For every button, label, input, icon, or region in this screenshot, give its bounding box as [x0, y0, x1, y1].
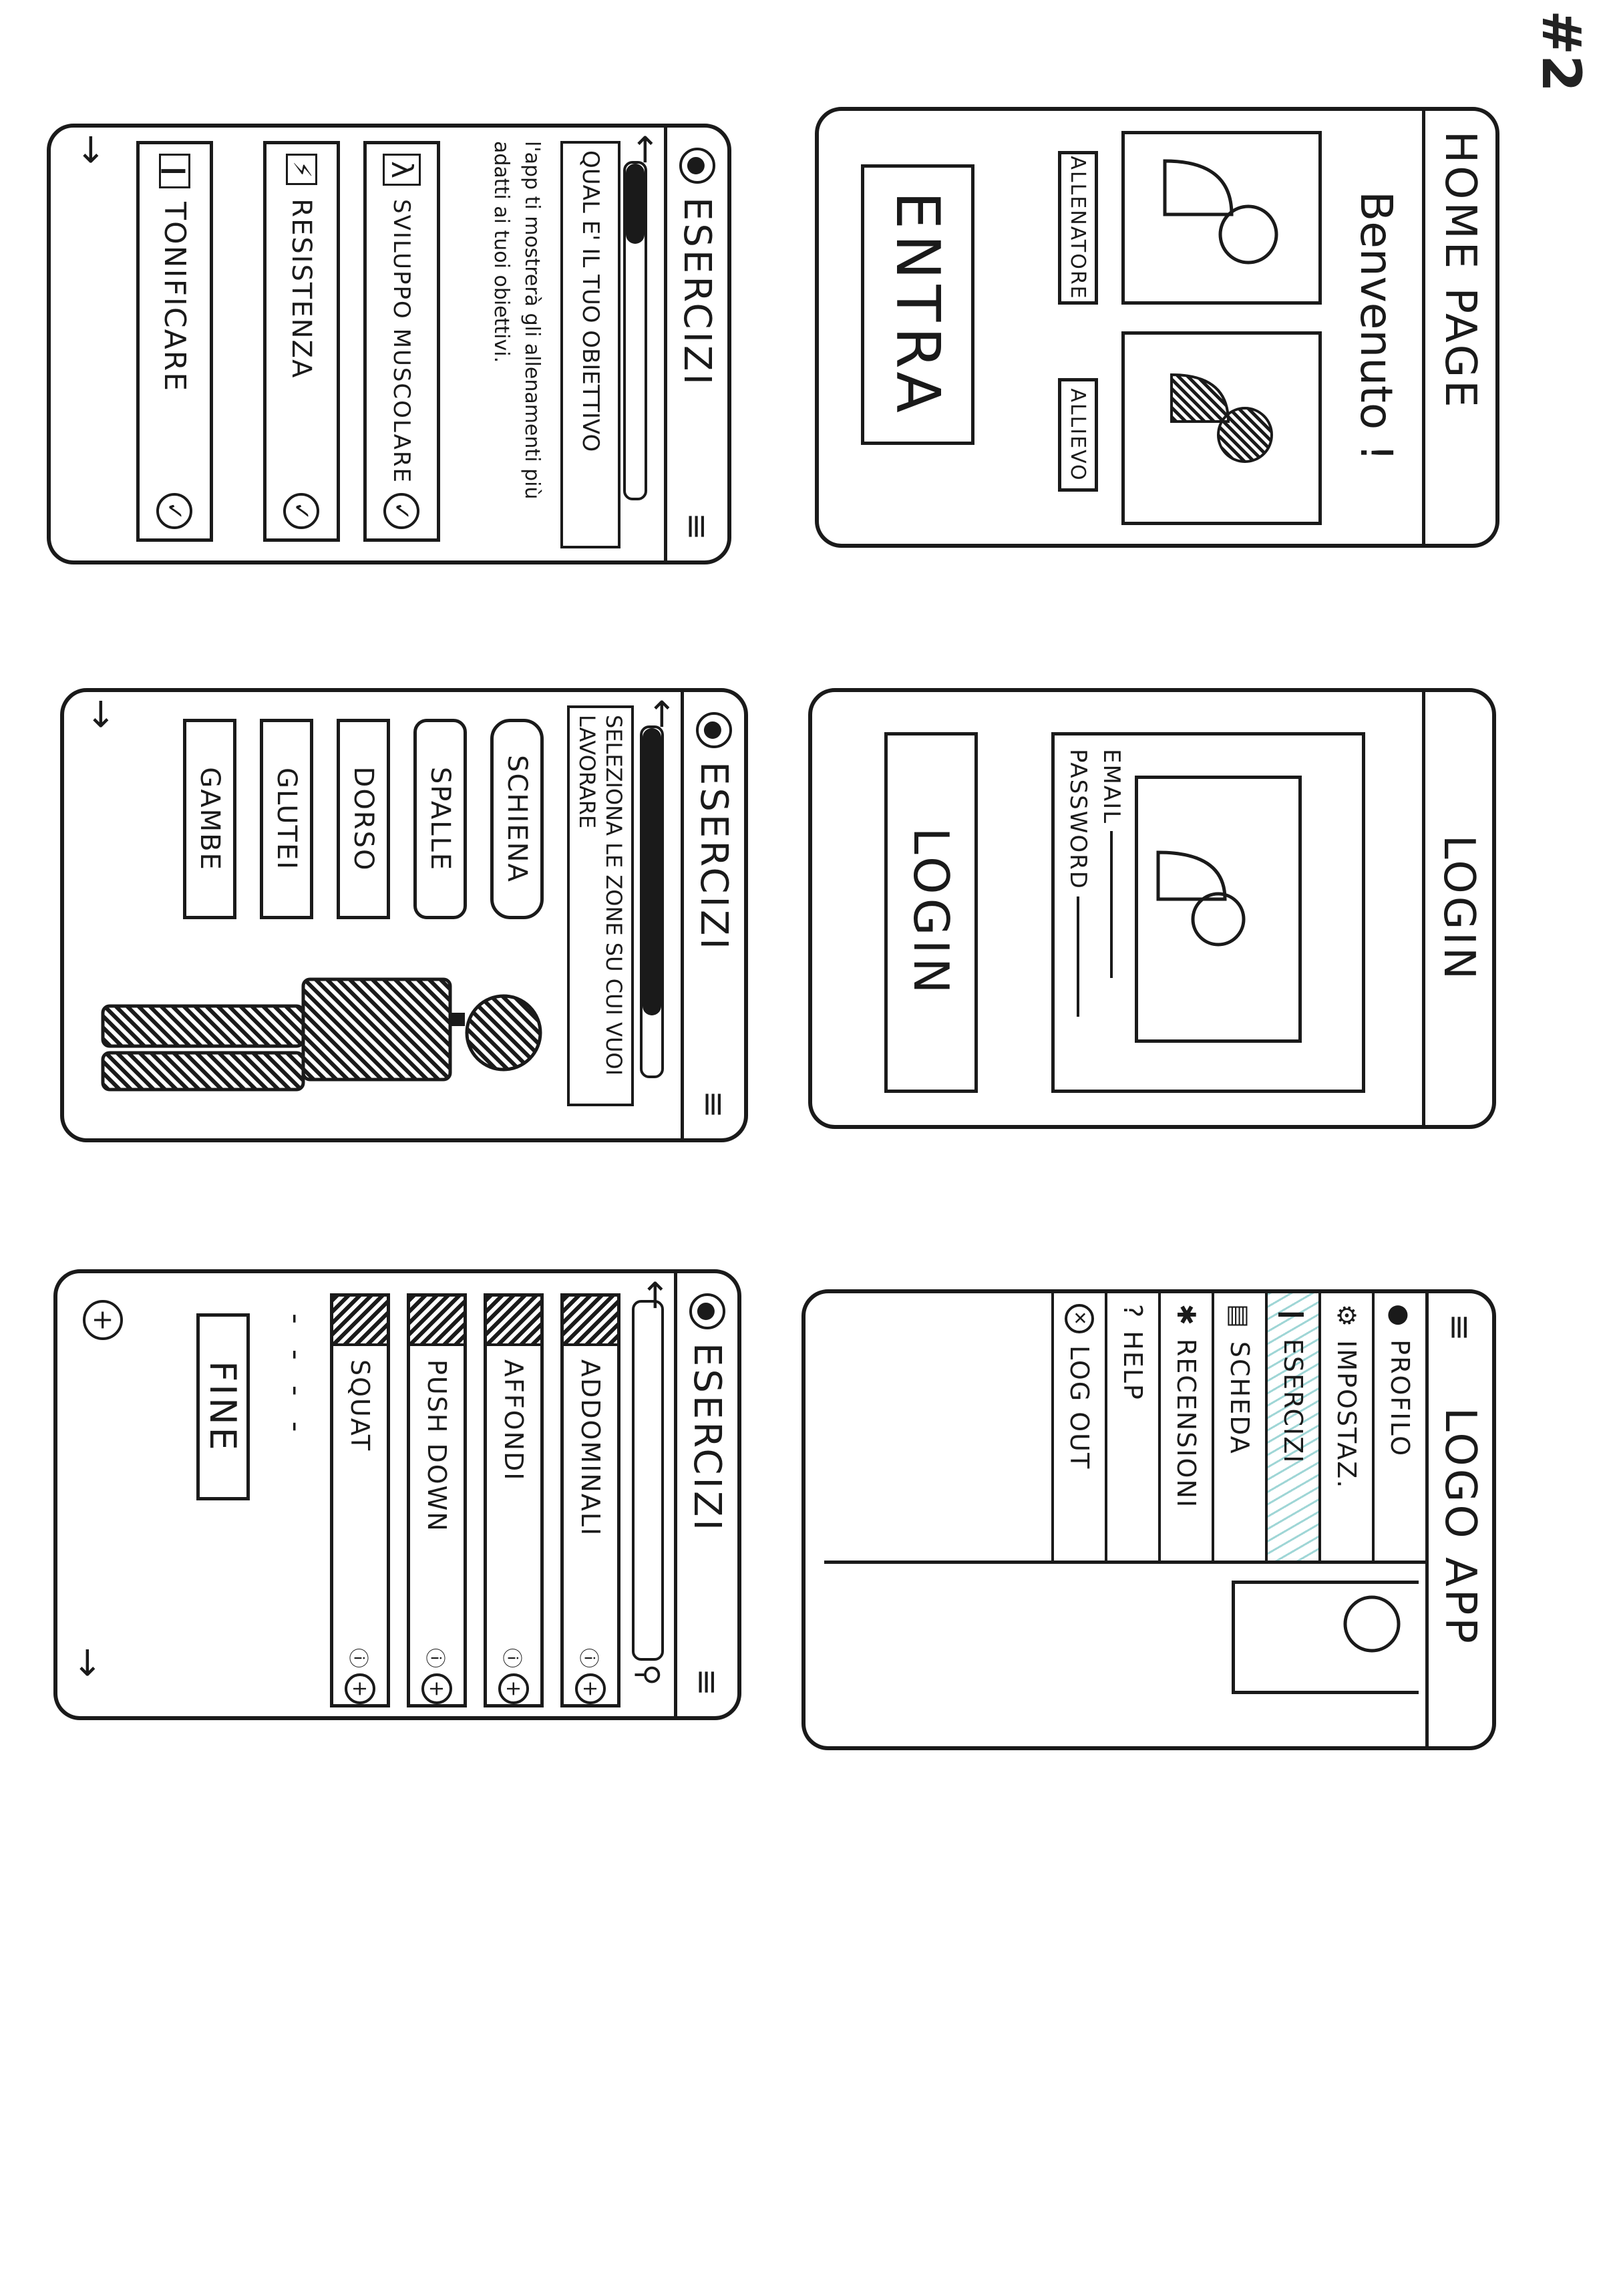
- check-icon: ✓: [283, 493, 320, 529]
- exercise-thumbnail: [333, 1297, 387, 1346]
- menu-title: LOGO APP: [1435, 1407, 1485, 1646]
- password-field[interactable]: PASSWORD: [1065, 749, 1091, 1017]
- exercise-thumbnail: [410, 1297, 464, 1346]
- welcome-text: Benvenuto !: [1351, 191, 1402, 462]
- zone-glutei[interactable]: GLUTEI: [260, 719, 313, 919]
- zone-schiena[interactable]: SCHIENA: [490, 719, 544, 919]
- option-sviluppo[interactable]: λ SVILUPPO MUSCOLARE ✓: [363, 141, 440, 542]
- coach-avatar-icon: [1163, 159, 1278, 265]
- login-button[interactable]: LOGIN: [884, 732, 978, 1093]
- arrow-down-icon[interactable]: →: [67, 1647, 110, 1677]
- info-icon: ●: [689, 1293, 725, 1329]
- info-icon[interactable]: ⓘ: [499, 1643, 528, 1673]
- option-tonificare[interactable]: ❙ TONIFICARE ✓: [136, 141, 213, 542]
- menu-item-profilo[interactable]: ● PROFILO: [1372, 1293, 1425, 1561]
- dumbbell-icon: ❙: [1278, 1304, 1308, 1327]
- muscle-icon: λ: [383, 154, 421, 186]
- user-icon: ●: [1385, 1304, 1415, 1328]
- student-avatar-icon: [1170, 373, 1273, 463]
- menu-screen: ≡ LOGO APP ● PROFILO ⚙ IMPOSTAZ. ❙ ESERCIZI…: [801, 1289, 1496, 1750]
- hamburger-icon[interactable]: ≡: [688, 1668, 727, 1696]
- arrow-left-icon[interactable]: ←: [642, 699, 684, 729]
- scrollbar[interactable]: [640, 725, 664, 1078]
- exercise-row-addominali[interactable]: ADDOMINALI ⓘ +: [560, 1293, 620, 1707]
- zones-title: ESERCIZI: [692, 762, 736, 952]
- check-icon: ✓: [383, 493, 420, 529]
- menu-item-recensioni[interactable]: ✱ RECENSIONI: [1158, 1293, 1212, 1561]
- exercises-screen: ● ESERCIZI ≡ ⚲ ADDOMINALI ⓘ + AFFONDI ⓘ …: [53, 1269, 741, 1720]
- add-circle-icon[interactable]: +: [83, 1300, 123, 1340]
- login-title: LOGIN: [1434, 834, 1483, 983]
- add-icon[interactable]: +: [421, 1673, 452, 1704]
- info-icon: ●: [696, 712, 732, 748]
- search-icon[interactable]: ⚲: [631, 1664, 665, 1685]
- menu-item-scheda[interactable]: ▤ SCHEDA: [1212, 1293, 1265, 1561]
- avatar-frame: [1135, 776, 1302, 1043]
- body-figure-icon[interactable]: [90, 933, 544, 1120]
- goals-description: l'app ti mostrerà gli allenamenti più ad…: [490, 141, 544, 500]
- close-circle-icon: ✕: [1065, 1304, 1094, 1333]
- battery-icon: ⚡: [286, 154, 317, 186]
- question-icon: ?: [1118, 1304, 1147, 1319]
- question-box: QUAL E' IL TUO OBIETTIVO: [560, 141, 620, 548]
- option-resistenza[interactable]: ⚡ RESISTENZA ✓: [263, 141, 340, 542]
- exercise-thumbnail: [487, 1297, 540, 1346]
- star-icon: ✱: [1172, 1304, 1201, 1327]
- add-icon[interactable]: +: [575, 1673, 606, 1704]
- exercise-row-affondi[interactable]: AFFONDI ⓘ +: [484, 1293, 544, 1707]
- coach-label: ALLENATORE: [1058, 151, 1098, 305]
- user-avatar-icon: [1343, 1595, 1401, 1653]
- hamburger-icon[interactable]: ≡: [695, 1090, 733, 1118]
- side-menu: ● PROFILO ⚙ IMPOSTAZ. ❙ ESERCIZI ▤ SCHEDA ✱ R…: [824, 1293, 1425, 1564]
- zone-spalle[interactable]: SPALLE: [413, 719, 467, 919]
- zone-gambe[interactable]: GAMBE: [183, 719, 236, 919]
- add-icon[interactable]: +: [498, 1673, 529, 1704]
- student-card[interactable]: [1121, 331, 1322, 525]
- arrow-down-icon[interactable]: →: [81, 699, 123, 729]
- coach-card[interactable]: [1121, 131, 1322, 305]
- exercise-row-push-down[interactable]: PUSH DOWN ⓘ +: [407, 1293, 467, 1707]
- info-icon: ●: [679, 148, 715, 184]
- home-title: HOME PAGE: [1435, 131, 1485, 410]
- page-number: #2: [1530, 10, 1593, 92]
- arrow-left-icon[interactable]: ←: [625, 134, 667, 164]
- search-input[interactable]: [632, 1300, 664, 1661]
- info-icon[interactable]: ⓘ: [345, 1643, 375, 1673]
- zones-screen: ● ESERCIZI ≡ ← SELEZIONA LE ZONE SU CUI …: [60, 688, 748, 1142]
- zone-dorso[interactable]: DORSO: [337, 719, 390, 919]
- menu-item-impostazioni[interactable]: ⚙ IMPOSTAZ.: [1318, 1293, 1372, 1561]
- list-icon: ▤: [1225, 1304, 1254, 1329]
- home-screen: HOME PAGE Benvenuto ! ALLENATORE ALLIEVO…: [815, 107, 1499, 548]
- more-placeholder: - - - -: [279, 1313, 313, 1440]
- arrow-down-icon[interactable]: →: [71, 134, 113, 164]
- arrow-left-icon[interactable]: ←: [635, 1280, 677, 1310]
- hamburger-icon[interactable]: ≡: [678, 512, 717, 540]
- menu-item-esercizi[interactable]: ❙ ESERCIZI: [1265, 1293, 1318, 1561]
- instruction-box: SELEZIONA LE ZONE SU CUI VUOI LAVORARE: [567, 705, 634, 1106]
- add-icon[interactable]: +: [345, 1673, 375, 1704]
- student-label: ALLIEVO: [1058, 378, 1098, 492]
- goals-screen: ● ESERCIZI ≡ ← QUAL E' IL TUO OBIETTIVO …: [47, 124, 731, 564]
- login-form: EMAIL PASSWORD: [1051, 732, 1365, 1093]
- exercise-row-squat[interactable]: SQUAT ⓘ +: [330, 1293, 390, 1707]
- gear-icon: ⚙: [1332, 1304, 1361, 1329]
- scrollbar[interactable]: [623, 161, 647, 500]
- user-avatar-icon: [1156, 850, 1246, 947]
- menu-item-help[interactable]: ? HELP: [1105, 1293, 1158, 1561]
- enter-button[interactable]: ENTRA: [861, 164, 974, 445]
- goals-title: ESERCIZI: [675, 197, 719, 387]
- exercise-thumbnail: [564, 1297, 617, 1346]
- exercises-title: ESERCIZI: [685, 1343, 729, 1533]
- login-screen: LOGIN EMAIL PASSWORD LOGIN: [808, 688, 1496, 1129]
- menu-item-logout[interactable]: ✕ LOG OUT: [1051, 1293, 1105, 1561]
- check-icon: ✓: [156, 493, 193, 529]
- hamburger-icon[interactable]: ≡: [1441, 1313, 1480, 1341]
- info-icon[interactable]: ⓘ: [576, 1643, 605, 1673]
- email-field[interactable]: EMAIL: [1098, 749, 1125, 979]
- info-icon[interactable]: ⓘ: [422, 1643, 452, 1673]
- finish-button[interactable]: FINE: [196, 1313, 250, 1500]
- background-avatar: [1232, 1581, 1419, 1694]
- dumbbell-icon: ❙: [159, 154, 190, 189]
